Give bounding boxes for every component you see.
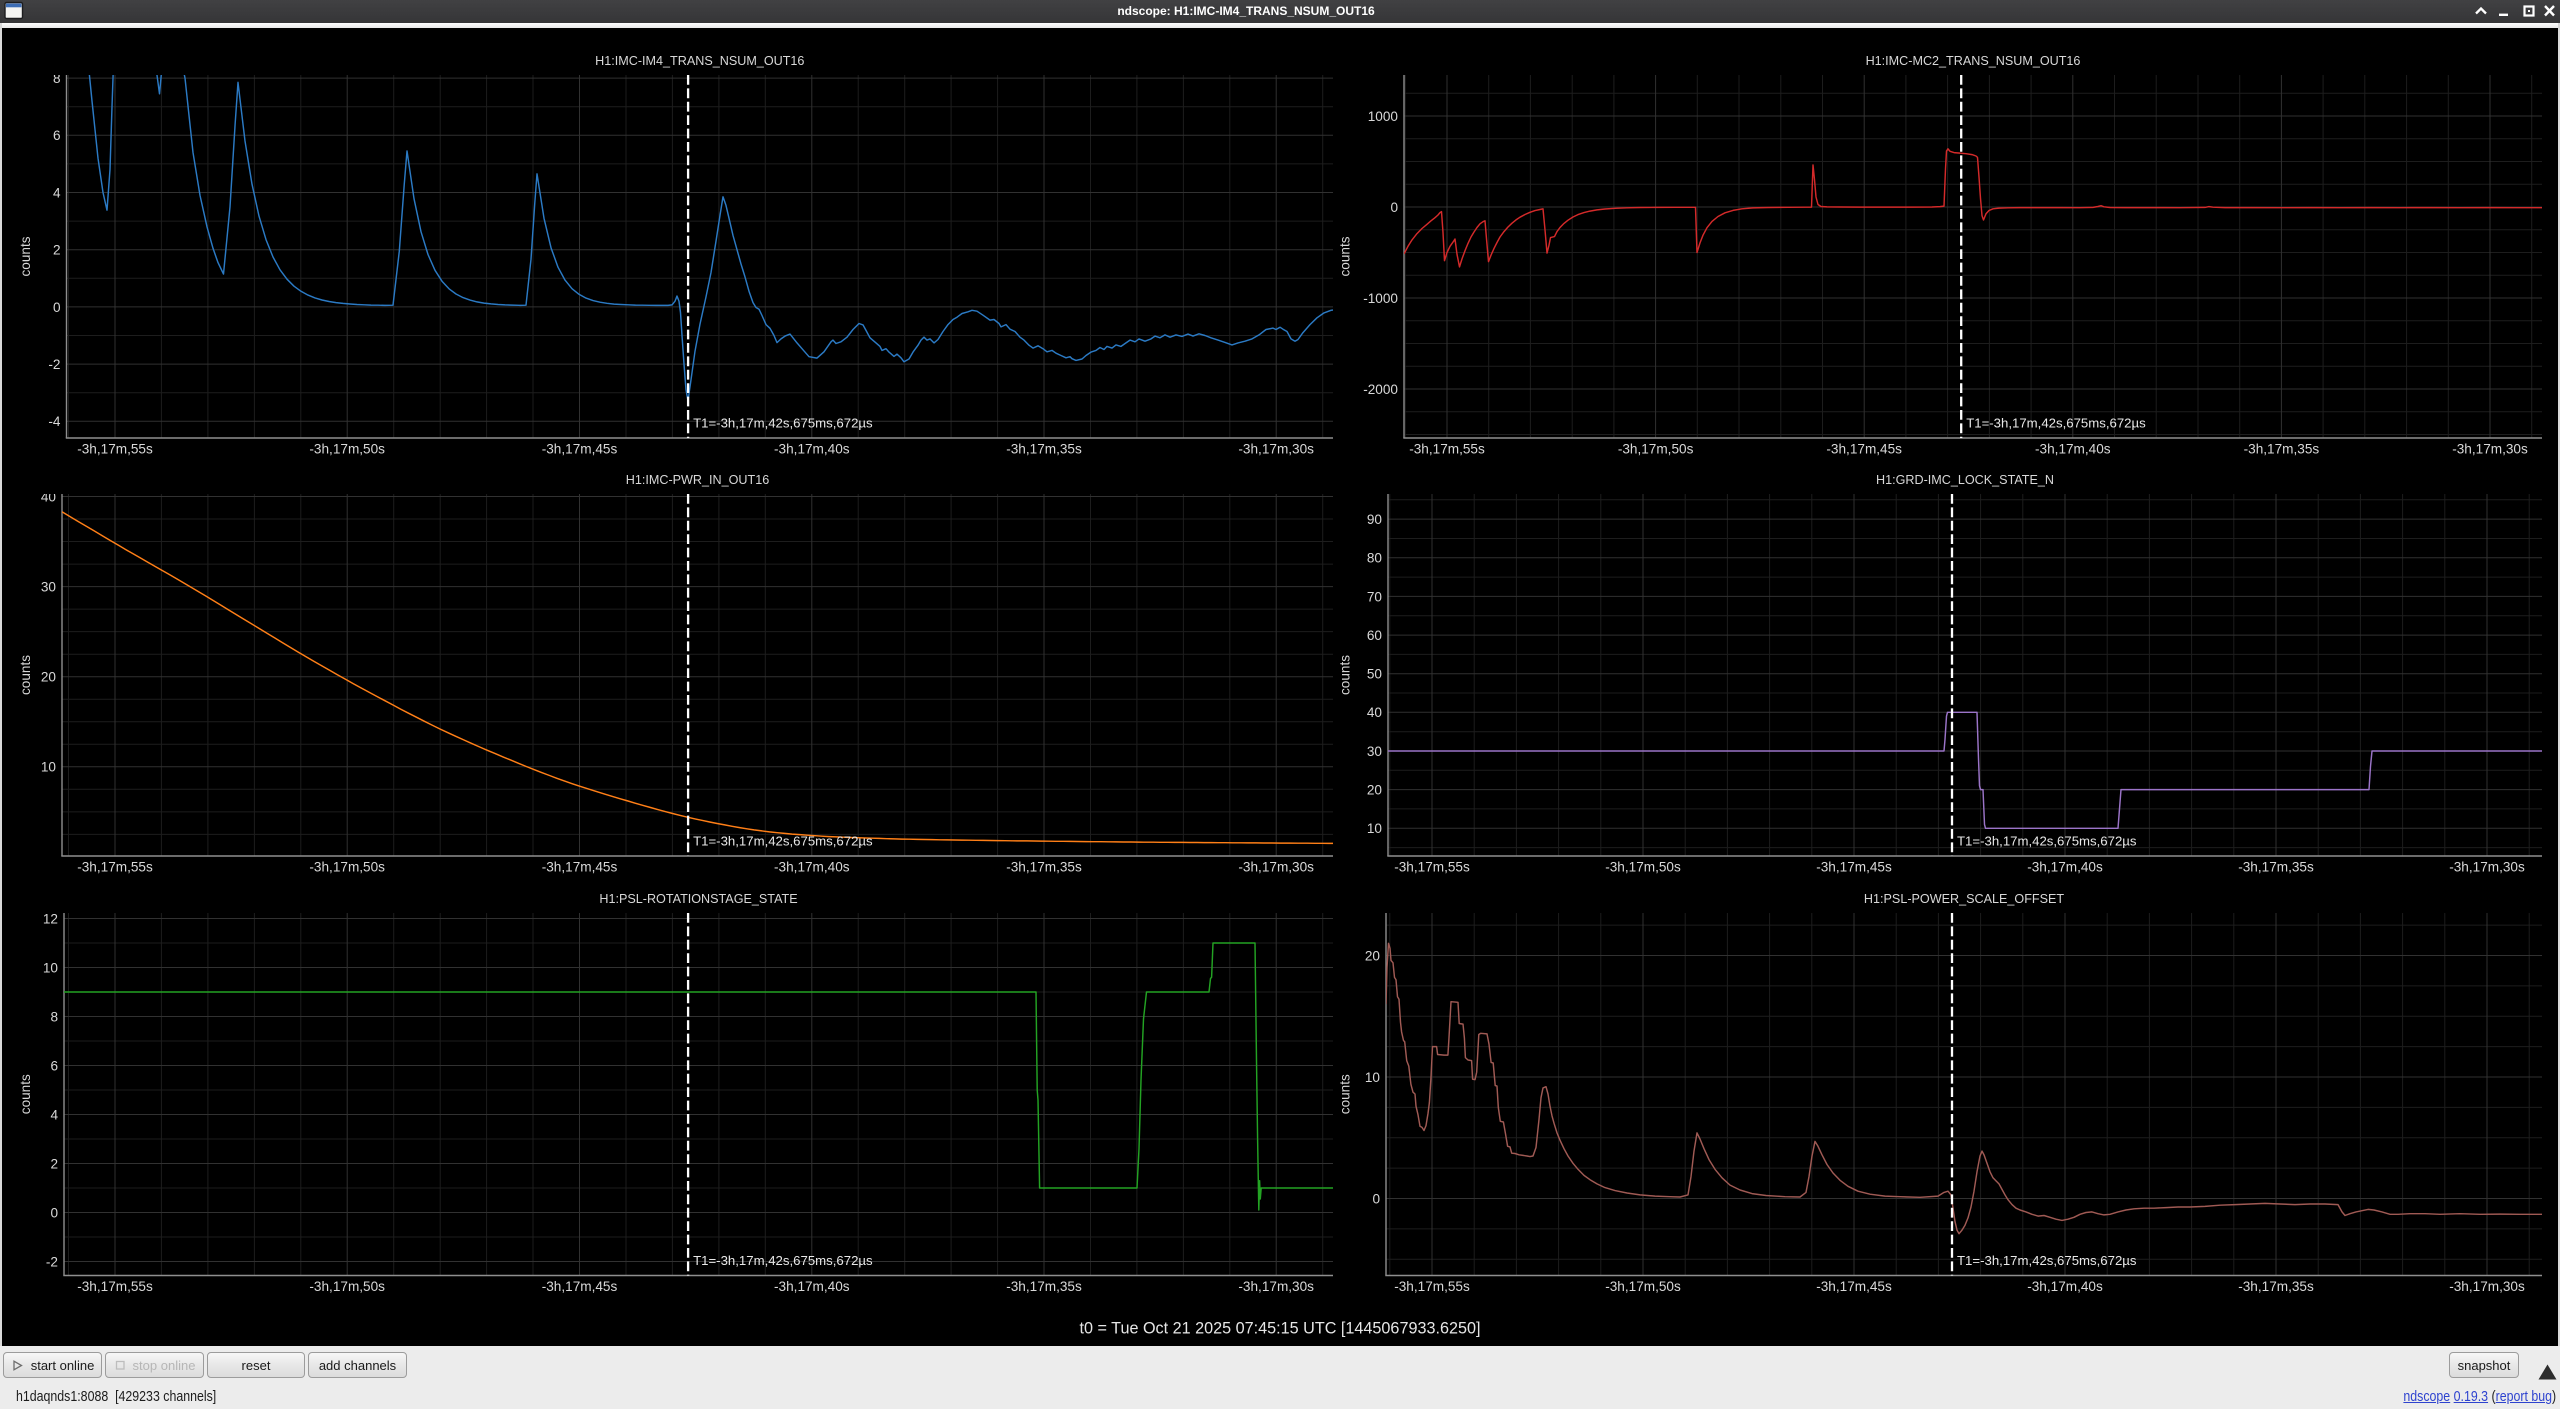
svg-text:0: 0 (53, 300, 61, 315)
svg-text:10: 10 (1365, 1070, 1381, 1085)
svg-text:-3h,17m,50s: -3h,17m,50s (309, 860, 385, 875)
svg-text:2: 2 (53, 243, 61, 258)
svg-text:10: 10 (41, 760, 57, 775)
svg-text:0: 0 (1372, 1191, 1380, 1206)
svg-text:8: 8 (53, 71, 61, 86)
svg-text:50: 50 (1367, 667, 1383, 682)
svg-text:12: 12 (43, 911, 58, 926)
svg-text:T1=-3h,17m,42s,675ms,672µs: T1=-3h,17m,42s,675ms,672µs (693, 1253, 873, 1268)
svg-text:-3h,17m,50s: -3h,17m,50s (1605, 1279, 1681, 1294)
svg-text:counts: counts (18, 655, 33, 695)
svg-text:-3h,17m,55s: -3h,17m,55s (1409, 442, 1485, 457)
svg-text:0: 0 (1390, 200, 1398, 215)
svg-text:counts: counts (18, 1074, 33, 1114)
svg-text:-3h,17m,40s: -3h,17m,40s (774, 442, 850, 457)
svg-text:-3h,17m,40s: -3h,17m,40s (774, 860, 850, 875)
svg-text:80: 80 (1367, 551, 1383, 566)
svg-text:-3h,17m,50s: -3h,17m,50s (1605, 860, 1681, 875)
svg-text:60: 60 (1367, 628, 1383, 643)
svg-text:-3h,17m,45s: -3h,17m,45s (542, 442, 618, 457)
svg-text:-3h,17m,40s: -3h,17m,40s (2027, 1279, 2103, 1294)
svg-text:T1=-3h,17m,42s,675ms,672µs: T1=-3h,17m,42s,675ms,672µs (1966, 416, 2146, 431)
svg-text:2: 2 (50, 1156, 58, 1171)
svg-text:-3h,17m,50s: -3h,17m,50s (309, 442, 385, 457)
svg-text:-3h,17m,55s: -3h,17m,55s (77, 442, 153, 457)
svg-text:40: 40 (1367, 705, 1383, 720)
svg-text:-3h,17m,35s: -3h,17m,35s (1006, 860, 1082, 875)
svg-text:20: 20 (1367, 783, 1383, 798)
svg-text:-3h,17m,45s: -3h,17m,45s (542, 860, 618, 875)
svg-text:6: 6 (53, 128, 61, 143)
svg-text:-3h,17m,30s: -3h,17m,30s (1238, 1279, 1314, 1294)
svg-text:-2000: -2000 (1363, 382, 1398, 397)
svg-text:-2: -2 (48, 357, 60, 372)
svg-text:-3h,17m,55s: -3h,17m,55s (77, 1279, 153, 1294)
svg-text:H1:IMC-PWR_IN_OUT16: H1:IMC-PWR_IN_OUT16 (626, 473, 769, 487)
svg-text:-3h,17m,30s: -3h,17m,30s (1238, 860, 1314, 875)
svg-text:-4: -4 (48, 414, 61, 429)
svg-text:-1000: -1000 (1363, 291, 1398, 306)
svg-text:-3h,17m,40s: -3h,17m,40s (2027, 860, 2103, 875)
svg-text:20: 20 (1365, 948, 1381, 963)
svg-text:-3h,17m,50s: -3h,17m,50s (309, 1279, 385, 1294)
svg-text:H1:PSL-POWER_SCALE_OFFSET: H1:PSL-POWER_SCALE_OFFSET (1864, 892, 2064, 906)
svg-text:-3h,17m,35s: -3h,17m,35s (1006, 442, 1082, 457)
svg-text:-3h,17m,45s: -3h,17m,45s (542, 1279, 618, 1294)
svg-text:T1=-3h,17m,42s,675ms,672µs: T1=-3h,17m,42s,675ms,672µs (1957, 1253, 2137, 1268)
svg-text:counts: counts (1338, 655, 1353, 695)
svg-text:70: 70 (1367, 589, 1383, 604)
svg-text:H1:GRD-IMC_LOCK_STATE_N: H1:GRD-IMC_LOCK_STATE_N (1876, 473, 2054, 487)
svg-text:6: 6 (50, 1058, 58, 1073)
svg-text:1000: 1000 (1368, 109, 1399, 124)
svg-text:-2: -2 (46, 1254, 58, 1269)
svg-text:H1:IMC-MC2_TRANS_NSUM_OUT16: H1:IMC-MC2_TRANS_NSUM_OUT16 (1866, 54, 2081, 68)
svg-text:counts: counts (18, 236, 33, 276)
svg-text:-3h,17m,45s: -3h,17m,45s (1826, 442, 1902, 457)
svg-text:-3h,17m,45s: -3h,17m,45s (1816, 1279, 1892, 1294)
svg-text:-3h,17m,45s: -3h,17m,45s (1816, 860, 1892, 875)
svg-text:T1=-3h,17m,42s,675ms,672µs: T1=-3h,17m,42s,675ms,672µs (1957, 834, 2137, 849)
svg-text:8: 8 (50, 1009, 58, 1024)
svg-text:-3h,17m,50s: -3h,17m,50s (1618, 442, 1694, 457)
svg-text:-3h,17m,35s: -3h,17m,35s (2238, 860, 2314, 875)
svg-text:10: 10 (1367, 821, 1383, 836)
svg-text:T1=-3h,17m,42s,675ms,672µs: T1=-3h,17m,42s,675ms,672µs (693, 834, 873, 849)
svg-text:counts: counts (1338, 1074, 1353, 1114)
svg-text:H1:IMC-IM4_TRANS_NSUM_OUT16: H1:IMC-IM4_TRANS_NSUM_OUT16 (595, 54, 804, 68)
svg-text:20: 20 (41, 670, 57, 685)
svg-text:-3h,17m,35s: -3h,17m,35s (1006, 1279, 1082, 1294)
svg-text:-3h,17m,40s: -3h,17m,40s (774, 1279, 850, 1294)
svg-text:30: 30 (41, 580, 57, 595)
svg-text:-3h,17m,55s: -3h,17m,55s (77, 860, 153, 875)
svg-text:-3h,17m,30s: -3h,17m,30s (2449, 860, 2525, 875)
svg-text:0: 0 (50, 1205, 58, 1220)
svg-text:-3h,17m,35s: -3h,17m,35s (2244, 442, 2320, 457)
svg-text:4: 4 (50, 1107, 58, 1122)
svg-text:-3h,17m,35s: -3h,17m,35s (2238, 1279, 2314, 1294)
svg-text:t0 = Tue Oct 21 2025 07:45:15: t0 = Tue Oct 21 2025 07:45:15 UTC [14450… (1080, 1320, 1481, 1338)
svg-text:-3h,17m,55s: -3h,17m,55s (1394, 860, 1470, 875)
svg-text:counts: counts (1338, 236, 1353, 276)
svg-text:-3h,17m,30s: -3h,17m,30s (2452, 442, 2528, 457)
svg-text:10: 10 (43, 960, 59, 975)
svg-text:4: 4 (53, 185, 61, 200)
svg-text:-3h,17m,30s: -3h,17m,30s (2449, 1279, 2525, 1294)
svg-text:-3h,17m,30s: -3h,17m,30s (1238, 442, 1314, 457)
svg-text:H1:PSL-ROTATIONSTAGE_STATE: H1:PSL-ROTATIONSTAGE_STATE (599, 892, 797, 906)
svg-text:-3h,17m,40s: -3h,17m,40s (2035, 442, 2111, 457)
svg-text:90: 90 (1367, 512, 1383, 527)
svg-text:T1=-3h,17m,42s,675ms,672µs: T1=-3h,17m,42s,675ms,672µs (693, 416, 873, 431)
svg-text:30: 30 (1367, 744, 1383, 759)
svg-text:40: 40 (41, 489, 57, 504)
svg-text:-3h,17m,55s: -3h,17m,55s (1394, 1279, 1470, 1294)
